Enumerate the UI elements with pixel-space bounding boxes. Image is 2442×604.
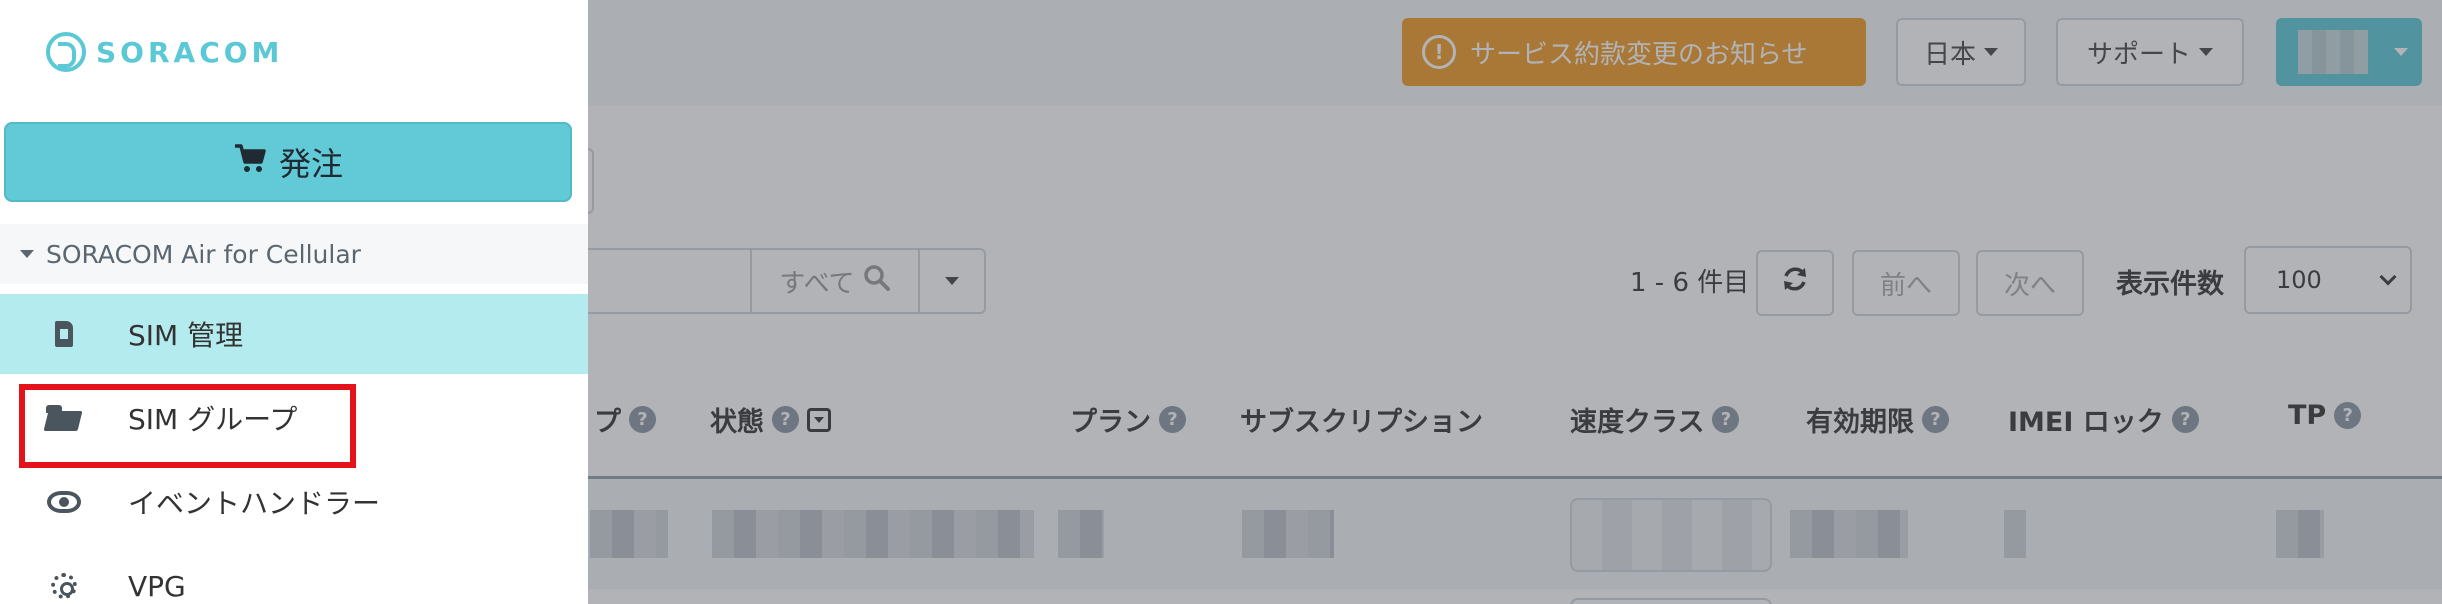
section-air-for-cellular[interactable]: SORACOM Air for Cellular bbox=[0, 224, 588, 284]
sidebar-item-label: イベントハンドラー bbox=[128, 487, 381, 520]
highlight-box bbox=[19, 384, 356, 468]
sidebar-item-vpg[interactable]: VPG bbox=[0, 546, 588, 604]
vpg-icon bbox=[0, 573, 128, 599]
sidebar-item-sim-management[interactable]: SIM 管理 bbox=[0, 294, 588, 374]
soracom-logo: SORACOM bbox=[46, 32, 283, 72]
sidebar-item-label: VPG bbox=[128, 569, 186, 603]
sidebar-item-event-handler[interactable]: イベントハンドラー bbox=[0, 462, 588, 542]
eye-icon bbox=[0, 491, 128, 513]
sidebar: SORACOM 発注 SORACOM Air for Cellular SIM … bbox=[0, 0, 588, 604]
caret-down-icon bbox=[20, 250, 34, 258]
logo-icon bbox=[46, 32, 86, 72]
order-button[interactable]: 発注 bbox=[4, 122, 572, 202]
logo-text: SORACOM bbox=[96, 35, 284, 69]
cart-icon bbox=[233, 142, 267, 182]
sim-card-icon bbox=[0, 321, 128, 347]
order-label: 発注 bbox=[278, 145, 343, 183]
section-label: SORACOM Air for Cellular bbox=[46, 239, 361, 269]
sidebar-item-label: SIM 管理 bbox=[128, 319, 244, 352]
